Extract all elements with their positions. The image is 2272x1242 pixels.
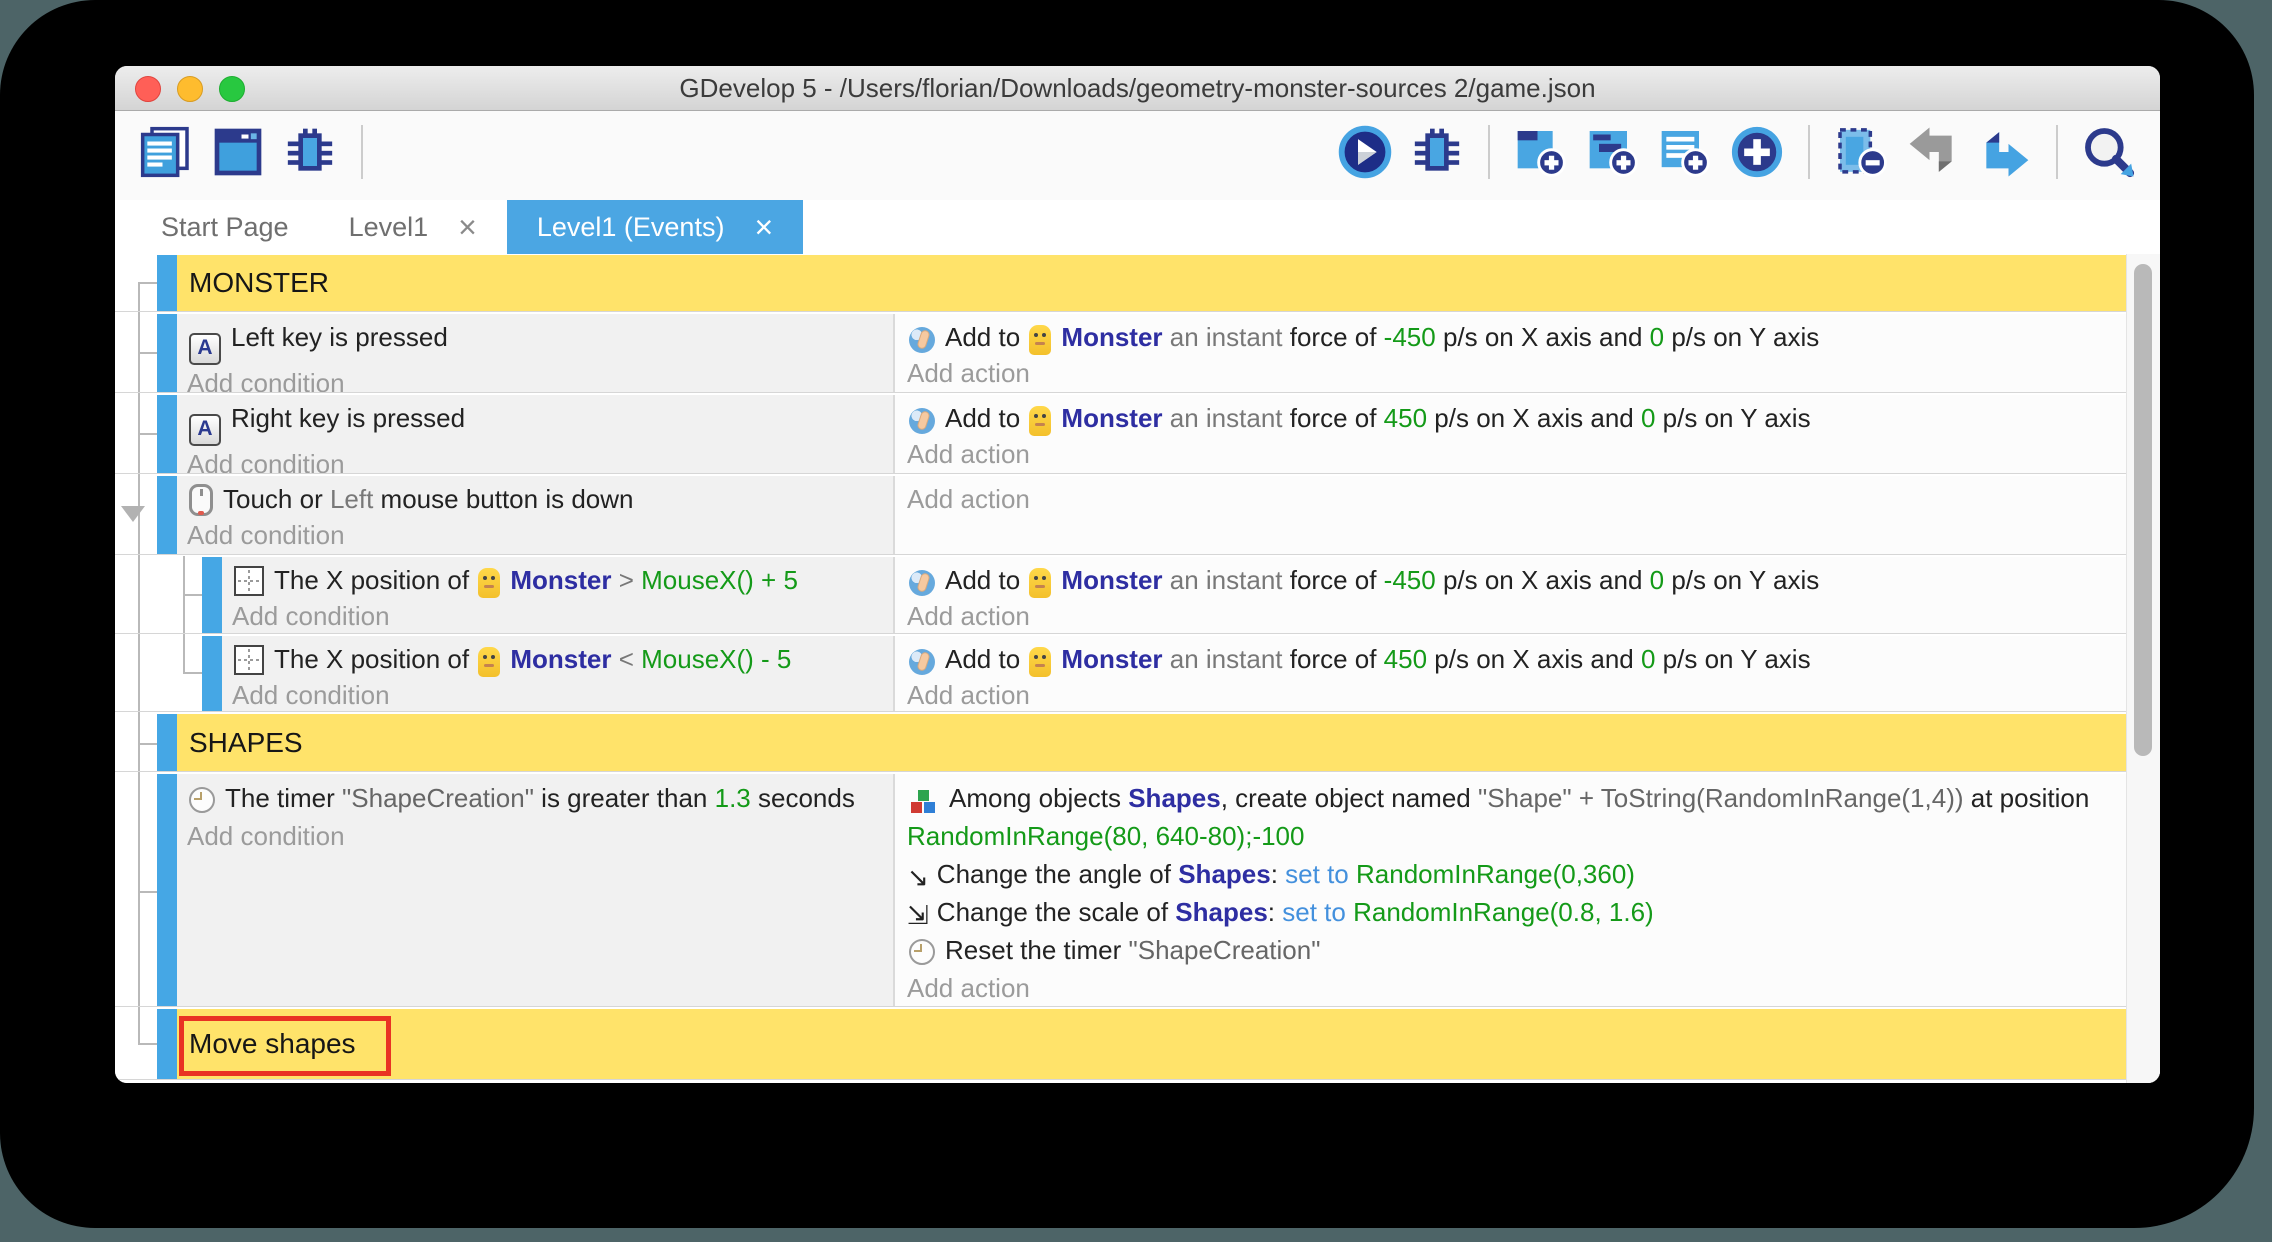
add-condition-button[interactable]: Add condition bbox=[187, 365, 883, 392]
event-selection-bar[interactable] bbox=[157, 476, 177, 554]
tab-level1-events[interactable]: Level1 (Events) × bbox=[507, 200, 803, 254]
monster-icon bbox=[478, 568, 500, 598]
condition-text[interactable]: The X position of Monster > MouseX() + 5 bbox=[232, 562, 883, 598]
keyboard-icon: A bbox=[189, 414, 221, 446]
action-text[interactable]: Add to Monster an instant force of -450 … bbox=[907, 562, 2117, 598]
add-condition-button[interactable]: Add condition bbox=[187, 446, 883, 473]
add-condition-button[interactable]: Add condition bbox=[232, 677, 883, 711]
search-icon[interactable] bbox=[2080, 123, 2138, 181]
debug-icon[interactable] bbox=[1408, 123, 1466, 181]
add-action-button[interactable]: Add action bbox=[907, 969, 2117, 1006]
event-row-shape-creation: The timer "ShapeCreation" is greater tha… bbox=[115, 774, 2127, 1007]
force-icon bbox=[909, 570, 935, 596]
condition-text[interactable]: The timer "ShapeCreation" is greater tha… bbox=[187, 779, 883, 817]
timer-icon bbox=[189, 787, 215, 813]
comment-label[interactable]: MONSTER bbox=[177, 255, 2127, 311]
force-icon bbox=[909, 649, 935, 675]
comment-row-monster[interactable]: MONSTER bbox=[115, 255, 2127, 312]
action-text[interactable]: Reset the timer "ShapeCreation" bbox=[907, 931, 2117, 969]
tab-start-page[interactable]: Start Page bbox=[131, 200, 319, 254]
comment-row-shapes[interactable]: SHAPES bbox=[115, 714, 2127, 772]
monster-icon bbox=[1029, 325, 1051, 355]
play-icon[interactable] bbox=[1336, 123, 1394, 181]
add-condition-button[interactable]: Add condition bbox=[232, 598, 883, 633]
add-comment-icon[interactable] bbox=[1656, 123, 1714, 181]
close-icon[interactable]: × bbox=[754, 211, 773, 243]
window-title: GDevelop 5 - /Users/florian/Downloads/ge… bbox=[115, 66, 2160, 110]
monster-icon bbox=[1029, 647, 1051, 677]
comment-row-move-shapes[interactable]: Move shapes bbox=[115, 1009, 2127, 1080]
add-circle-icon[interactable] bbox=[1728, 123, 1786, 181]
monster-icon bbox=[1029, 568, 1051, 598]
subevent-row-x-greater: The X position of Monster > MouseX() + 5… bbox=[115, 557, 2127, 634]
add-subevent-icon[interactable] bbox=[1584, 123, 1642, 181]
condition-text[interactable]: Touch or Left mouse button is down bbox=[187, 481, 883, 517]
action-text[interactable]: Add to Monster an instant force of 450 p… bbox=[907, 641, 2117, 677]
main-toolbar bbox=[115, 111, 2160, 200]
angle-icon: ↘ bbox=[907, 864, 929, 890]
remove-event-icon[interactable] bbox=[1832, 123, 1890, 181]
tab-bar: Start Page Level1 × Level1 (Events) × bbox=[115, 200, 2160, 254]
force-icon bbox=[909, 327, 935, 353]
add-condition-button[interactable]: Add condition bbox=[187, 517, 883, 553]
scale-icon: ⇲ bbox=[907, 902, 929, 928]
action-text[interactable]: Add to Monster an instant force of 450 p… bbox=[907, 400, 2117, 436]
add-condition-button[interactable]: Add condition bbox=[187, 817, 883, 855]
event-selection-bar[interactable] bbox=[157, 1009, 177, 1079]
add-action-button[interactable]: Add action bbox=[907, 481, 2117, 517]
events-sheet: MONSTER ALeft key is pressed Add conditi… bbox=[115, 254, 2160, 1083]
undo-icon[interactable] bbox=[1904, 123, 1962, 181]
force-icon bbox=[909, 408, 935, 434]
event-selection-bar[interactable] bbox=[157, 395, 177, 473]
event-selection-bar[interactable] bbox=[157, 255, 177, 311]
action-text[interactable]: ↘Change the angle of Shapes: set to Rand… bbox=[907, 855, 2117, 893]
monster-icon bbox=[1029, 406, 1051, 436]
project-manager-icon[interactable] bbox=[137, 123, 195, 181]
scrollbar-thumb[interactable] bbox=[2134, 264, 2152, 756]
tab-label: Level1 (Events) bbox=[537, 212, 725, 243]
action-text[interactable]: ⇲Change the scale of Shapes: set to Rand… bbox=[907, 893, 2117, 931]
tab-label: Start Page bbox=[161, 212, 289, 243]
mouse-icon bbox=[189, 484, 213, 516]
scene-editor-icon[interactable] bbox=[209, 123, 267, 181]
tab-label: Level1 bbox=[349, 212, 429, 243]
event-selection-bar[interactable] bbox=[157, 314, 177, 392]
title-bar: GDevelop 5 - /Users/florian/Downloads/ge… bbox=[115, 66, 2160, 111]
event-row-touch: Touch or Left mouse button is down Add c… bbox=[115, 476, 2127, 555]
position-icon bbox=[234, 645, 264, 675]
event-selection-bar[interactable] bbox=[202, 557, 222, 633]
add-event-icon[interactable] bbox=[1512, 123, 1570, 181]
keyboard-icon: A bbox=[189, 333, 221, 365]
add-action-button[interactable]: Add action bbox=[907, 677, 2117, 711]
condition-text[interactable]: The X position of Monster < MouseX() - 5 bbox=[232, 641, 883, 677]
close-icon[interactable]: × bbox=[458, 211, 477, 243]
gdevelop-window: GDevelop 5 - /Users/florian/Downloads/ge… bbox=[115, 66, 2160, 1083]
event-selection-bar[interactable] bbox=[157, 714, 177, 771]
event-selection-bar[interactable] bbox=[202, 636, 222, 711]
redo-icon[interactable] bbox=[1976, 123, 2034, 181]
add-action-button[interactable]: Add action bbox=[907, 598, 2117, 633]
create-object-icon bbox=[909, 786, 939, 814]
condition-text[interactable]: ALeft key is pressed bbox=[187, 319, 883, 365]
event-row-right-key: ARight key is pressed Add condition Add … bbox=[115, 395, 2127, 474]
tab-level1[interactable]: Level1 × bbox=[319, 200, 507, 254]
action-text[interactable]: Add to Monster an instant force of -450 … bbox=[907, 319, 2117, 355]
action-text[interactable]: Among objects Shapes, create object name… bbox=[907, 779, 2117, 855]
add-action-button[interactable]: Add action bbox=[907, 436, 2117, 472]
debugger-icon[interactable] bbox=[281, 123, 339, 181]
comment-label[interactable]: SHAPES bbox=[177, 714, 2127, 771]
add-action-button[interactable]: Add action bbox=[907, 355, 2117, 391]
event-row-left-key: ALeft key is pressed Add condition Add t… bbox=[115, 314, 2127, 393]
comment-label[interactable]: Move shapes bbox=[177, 1009, 2127, 1079]
position-icon bbox=[234, 566, 264, 596]
event-selection-bar[interactable] bbox=[157, 774, 177, 1006]
monster-icon bbox=[478, 647, 500, 677]
timer-icon bbox=[909, 939, 935, 965]
subevent-row-x-less: The X position of Monster < MouseX() - 5… bbox=[115, 636, 2127, 712]
condition-text[interactable]: ARight key is pressed bbox=[187, 400, 883, 446]
scrollbar-track[interactable] bbox=[2126, 254, 2160, 1083]
